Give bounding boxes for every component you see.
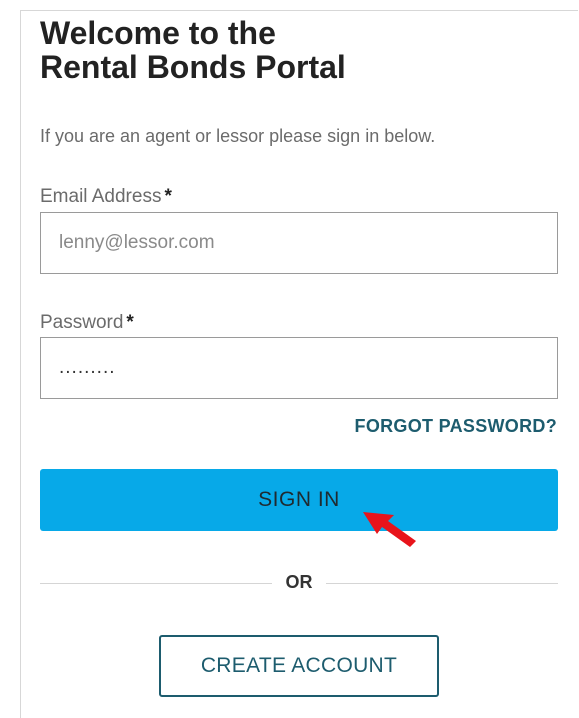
password-label-text: Password [40, 312, 124, 333]
password-label: Password * [40, 312, 134, 334]
forgot-password-link[interactable]: FORGOT PASSWORD? [355, 416, 557, 437]
divider-line-right [326, 583, 558, 584]
divider-line-left [40, 583, 272, 584]
email-field[interactable] [40, 212, 558, 274]
page-title-line-1: Welcome to the [40, 15, 276, 51]
email-required-mark: * [164, 186, 172, 207]
create-account-button[interactable]: CREATE ACCOUNT [159, 635, 439, 697]
password-required-mark: * [126, 312, 134, 333]
red-arrow-pointer-icon [363, 512, 416, 547]
email-label: Email Address * [40, 186, 172, 208]
password-field[interactable] [40, 337, 558, 399]
page-title: Welcome to the Rental Bonds Portal [40, 16, 540, 84]
or-separator: OR [285, 572, 313, 592]
intro-text: If you are an agent or lessor please sig… [40, 126, 436, 146]
page-title-line-2: Rental Bonds Portal [40, 49, 346, 85]
sign-in-button[interactable]: SIGN IN [40, 469, 558, 531]
email-label-text: Email Address [40, 186, 162, 207]
